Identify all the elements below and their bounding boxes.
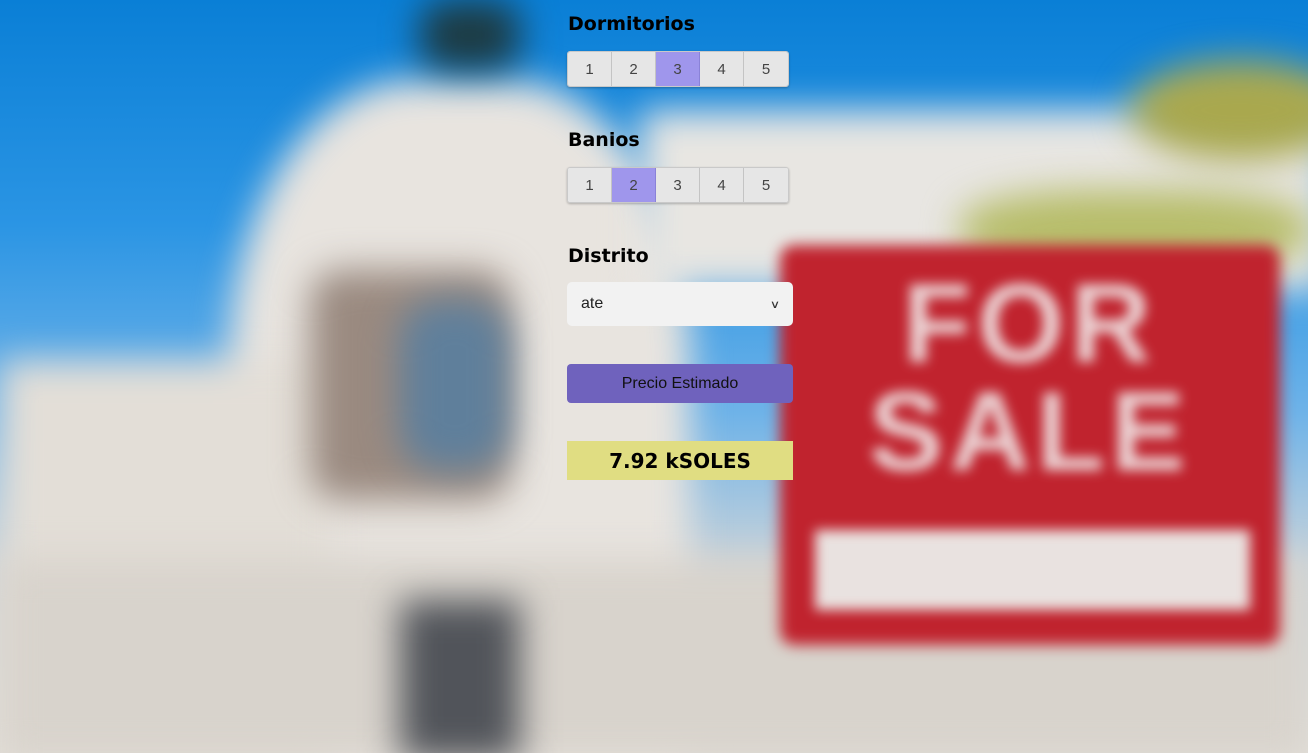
- sign-line-2: SALE: [868, 369, 1192, 494]
- dormitorios-option-5[interactable]: 5: [744, 52, 788, 86]
- sign-line-1: FOR: [902, 261, 1158, 386]
- sign-plate: [815, 530, 1250, 610]
- estimated-price-result: 7.92 kSOLES: [567, 441, 793, 480]
- dormitorios-option-1[interactable]: 1: [568, 52, 612, 86]
- for-sale-sign-text: FOR SALE: [790, 261, 1270, 494]
- banios-option-4[interactable]: 4: [700, 168, 744, 202]
- dormitorios-option-3[interactable]: 3: [656, 52, 700, 86]
- banios-option-5[interactable]: 5: [744, 168, 788, 202]
- banios-option-3[interactable]: 3: [656, 168, 700, 202]
- dormitorios-title: Dormitorios: [568, 13, 695, 35]
- estimate-price-button[interactable]: Precio Estimado: [567, 364, 793, 403]
- banios-selector: 1 2 3 4 5: [567, 167, 789, 203]
- distrito-selected-value: ate: [581, 295, 604, 312]
- chevron-down-icon: ∨: [769, 298, 781, 311]
- banios-option-2[interactable]: 2: [612, 168, 656, 202]
- distrito-title: Distrito: [568, 245, 649, 267]
- dormitorios-option-2[interactable]: 2: [612, 52, 656, 86]
- dormitorios-selector: 1 2 3 4 5: [567, 51, 789, 87]
- banios-title: Banios: [568, 129, 640, 151]
- dormitorios-option-4[interactable]: 4: [700, 52, 744, 86]
- distrito-select[interactable]: ate ∨: [567, 282, 793, 326]
- banios-option-1[interactable]: 1: [568, 168, 612, 202]
